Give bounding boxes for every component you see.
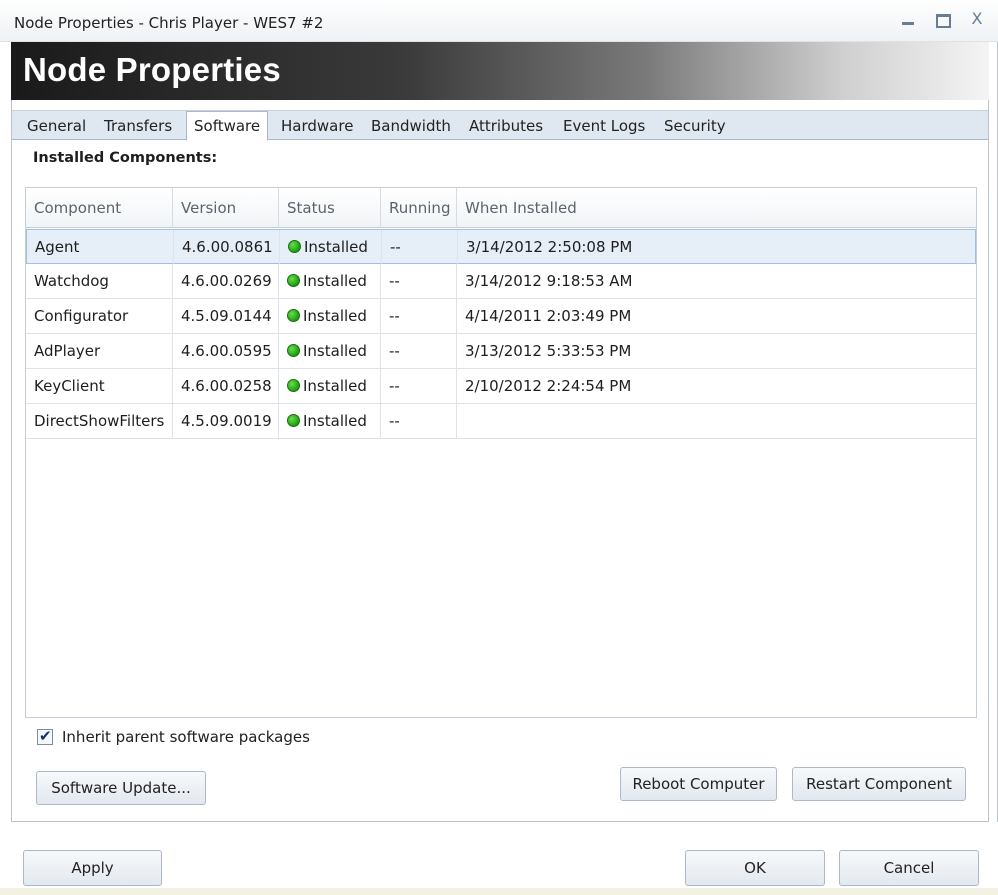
dialog-footer: Apply OK Cancel bbox=[0, 822, 998, 895]
column-header-version[interactable]: Version bbox=[173, 188, 279, 228]
cell-component: Configurator bbox=[26, 299, 173, 333]
status-ok-icon bbox=[287, 274, 300, 287]
cell-version: 4.5.09.0019 bbox=[173, 404, 279, 438]
cell-when-installed: 3/14/2012 2:50:08 PM bbox=[466, 238, 633, 256]
status-text: Installed bbox=[303, 412, 367, 430]
cell-when-installed: 3/14/2012 9:18:53 AM bbox=[465, 272, 633, 290]
node-properties-window: Node Properties - Chris Player - WES7 #2… bbox=[0, 0, 998, 895]
cell-status: Installed bbox=[279, 334, 381, 368]
cell-running: -- bbox=[381, 299, 457, 333]
table-row[interactable]: Watchdog 4.6.00.0269 Installed -- 3/14/2… bbox=[26, 264, 976, 299]
software-update-button[interactable]: Software Update... bbox=[36, 771, 206, 805]
column-header-status[interactable]: Status bbox=[279, 188, 381, 228]
column-header-running[interactable]: Running bbox=[381, 188, 457, 228]
cancel-button[interactable]: Cancel bbox=[839, 850, 979, 886]
cell-version: 4.5.09.0144 bbox=[173, 299, 279, 333]
tab-software[interactable]: Software bbox=[186, 111, 269, 141]
components-grid: Component Version Status Running When In… bbox=[25, 187, 977, 718]
cell-version: 4.6.00.0595 bbox=[173, 334, 279, 368]
restart-component-button[interactable]: Restart Component bbox=[792, 767, 966, 801]
apply-button[interactable]: Apply bbox=[23, 850, 162, 886]
tab-transfers[interactable]: Transfers bbox=[97, 114, 179, 140]
inherit-packages-label: Inherit parent software packages bbox=[62, 728, 310, 746]
tab-attributes[interactable]: Attributes bbox=[462, 114, 550, 140]
tab-hardware[interactable]: Hardware bbox=[274, 114, 360, 140]
status-ok-icon bbox=[287, 379, 300, 392]
table-row[interactable]: Configurator 4.5.09.0144 Installed -- 4/… bbox=[26, 299, 976, 334]
maximize-icon[interactable] bbox=[934, 10, 952, 28]
tab-security[interactable]: Security bbox=[657, 114, 733, 140]
reboot-computer-button[interactable]: Reboot Computer bbox=[620, 767, 777, 801]
cell-version: 4.6.00.0861 bbox=[174, 230, 280, 264]
cell-component: DirectShowFilters bbox=[26, 404, 173, 438]
grid-header: Component Version Status Running When In… bbox=[26, 188, 976, 228]
status-text: Installed bbox=[303, 342, 367, 360]
cell-status: Installed bbox=[279, 264, 381, 298]
close-icon[interactable]: X bbox=[968, 10, 986, 28]
cell-when-installed bbox=[457, 404, 976, 438]
status-text: Installed bbox=[303, 307, 367, 325]
cell-when-installed: 3/13/2012 5:33:53 PM bbox=[465, 342, 632, 360]
cell-when-installed: 4/14/2011 2:03:49 PM bbox=[465, 307, 632, 325]
cell-running: -- bbox=[381, 334, 457, 368]
column-header-component[interactable]: Component bbox=[26, 188, 173, 228]
cell-status: Installed bbox=[279, 404, 381, 438]
page-title: Node Properties bbox=[23, 51, 281, 88]
cell-status: Installed bbox=[280, 230, 382, 264]
status-text: Installed bbox=[303, 272, 367, 290]
title-bar[interactable]: Node Properties - Chris Player - WES7 #2… bbox=[0, 0, 998, 42]
status-ok-icon bbox=[287, 344, 300, 357]
cell-version: 4.6.00.0269 bbox=[173, 264, 279, 298]
column-header-when-installed[interactable]: When Installed bbox=[457, 188, 976, 228]
bottom-edge bbox=[0, 888, 998, 895]
table-row[interactable]: KeyClient 4.6.00.0258 Installed -- 2/10/… bbox=[26, 369, 976, 404]
window-title: Node Properties - Chris Player - WES7 #2 bbox=[14, 14, 324, 32]
cell-running: -- bbox=[381, 404, 457, 438]
checkbox-box[interactable]: ✔ bbox=[37, 727, 53, 745]
cell-component: Watchdog bbox=[26, 264, 173, 298]
cell-version: 4.6.00.0258 bbox=[173, 369, 279, 403]
cell-running: -- bbox=[382, 230, 458, 264]
cell-status: Installed bbox=[279, 369, 381, 403]
installed-components-label: Installed Components: bbox=[33, 150, 218, 166]
status-text: Installed bbox=[303, 377, 367, 395]
status-text: Installed bbox=[304, 238, 368, 256]
tab-general[interactable]: General bbox=[20, 114, 93, 140]
cell-component: Agent bbox=[27, 230, 174, 264]
cell-component: AdPlayer bbox=[26, 334, 173, 368]
tab-event-logs[interactable]: Event Logs bbox=[556, 114, 652, 140]
tab-strip: General Transfers Software Hardware Band… bbox=[12, 110, 988, 141]
table-row[interactable]: AdPlayer 4.6.00.0595 Installed -- 3/13/2… bbox=[26, 334, 976, 369]
cell-running: -- bbox=[381, 264, 457, 298]
table-row[interactable]: Agent 4.6.00.0861 Installed -- 3/14/2012… bbox=[26, 229, 976, 264]
cell-running: -- bbox=[381, 369, 457, 403]
minimize-icon[interactable] bbox=[900, 10, 918, 28]
status-ok-icon bbox=[287, 414, 300, 427]
dialog-content: General Transfers Software Hardware Band… bbox=[11, 100, 989, 822]
cell-when-installed: 2/10/2012 2:24:54 PM bbox=[465, 377, 632, 395]
checkmark-icon: ✔ bbox=[39, 727, 52, 745]
table-row[interactable]: DirectShowFilters 4.5.09.0019 Installed … bbox=[26, 404, 976, 439]
cell-status: Installed bbox=[279, 299, 381, 333]
inherit-packages-checkbox[interactable]: ✔ Inherit parent software packages bbox=[37, 727, 310, 746]
ok-button[interactable]: OK bbox=[685, 850, 825, 886]
header-banner: Node Properties bbox=[11, 42, 989, 100]
status-ok-icon bbox=[288, 240, 301, 253]
window-controls: X bbox=[900, 10, 986, 28]
tab-bandwidth[interactable]: Bandwidth bbox=[364, 114, 458, 140]
cell-component: KeyClient bbox=[26, 369, 173, 403]
status-ok-icon bbox=[287, 309, 300, 322]
